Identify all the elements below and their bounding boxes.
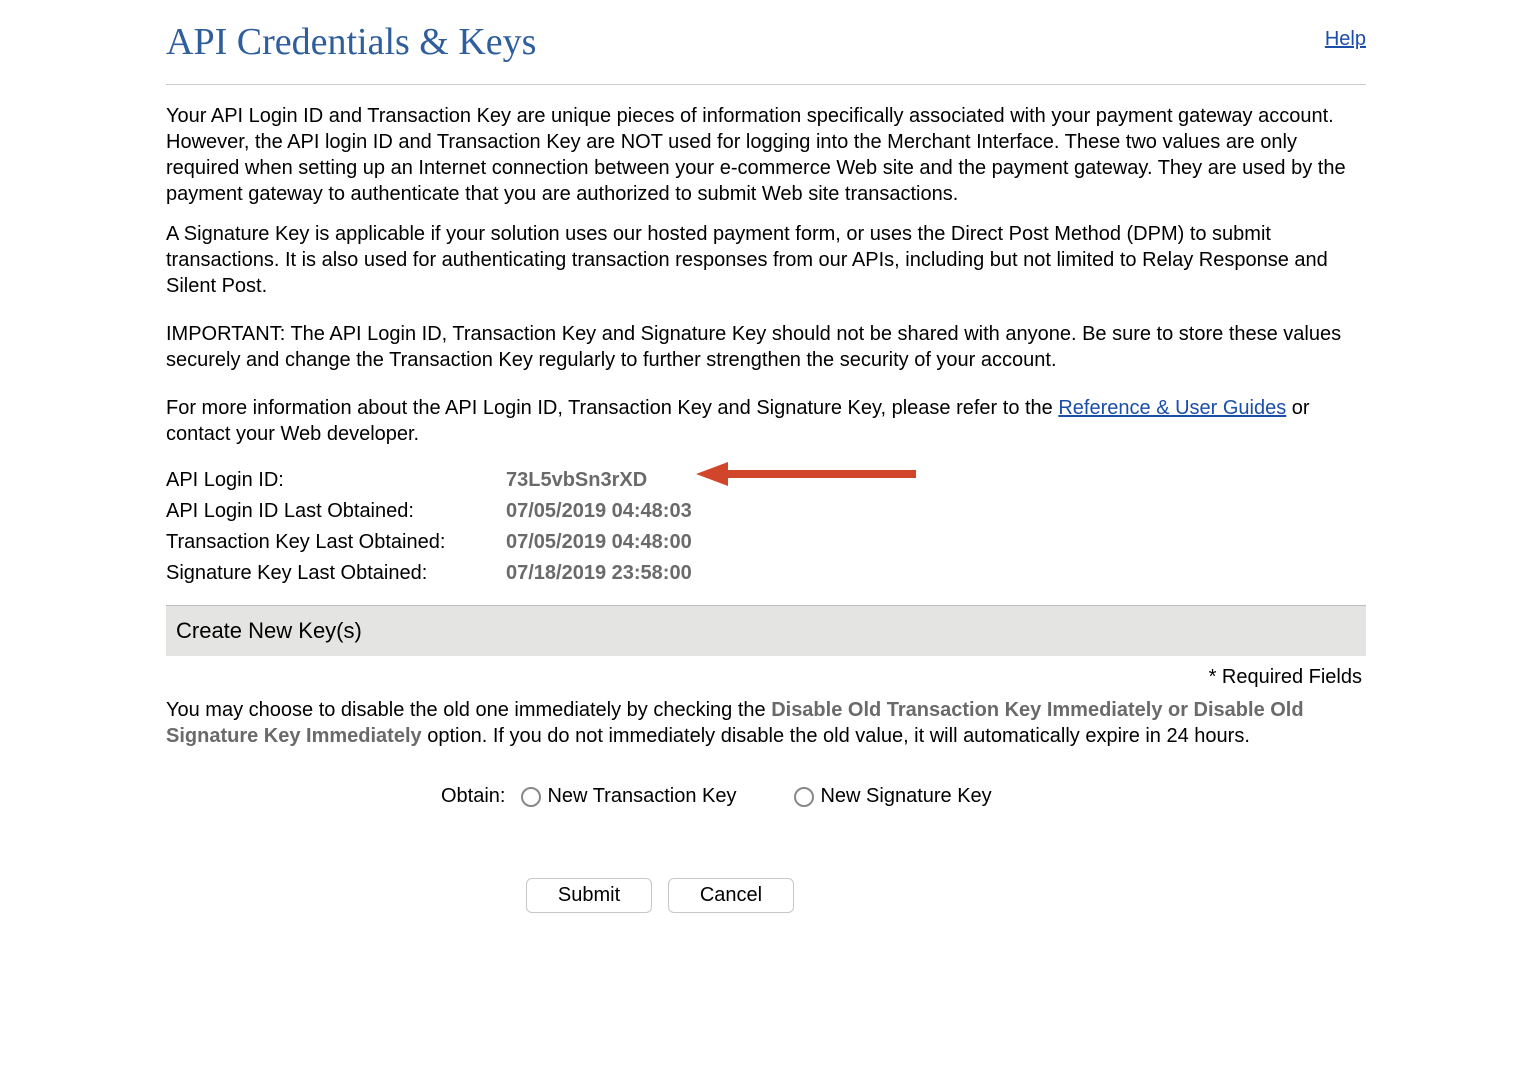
new-signature-key-radio[interactable]: New Signature Key bbox=[794, 785, 991, 808]
create-new-keys-section-header: Create New Key(s) bbox=[166, 605, 1366, 656]
signature-key-last-obtained-label: Signature Key Last Obtained: bbox=[166, 562, 506, 585]
reference-prefix: For more information about the API Login… bbox=[166, 397, 1058, 419]
reference-link[interactable]: Reference & User Guides bbox=[1058, 397, 1286, 419]
required-fields-note: * Required Fields bbox=[166, 656, 1366, 697]
transaction-key-last-obtained-value: 07/05/2019 04:48:00 bbox=[506, 531, 692, 554]
help-link[interactable]: Help bbox=[1325, 20, 1366, 51]
disable-prefix: You may choose to disable the old one im… bbox=[166, 699, 771, 721]
cancel-button[interactable]: Cancel bbox=[668, 878, 794, 913]
transaction-key-last-obtained-label: Transaction Key Last Obtained: bbox=[166, 531, 506, 554]
intro-paragraph-1: Your API Login ID and Transaction Key ar… bbox=[166, 103, 1366, 207]
disable-instruction: You may choose to disable the old one im… bbox=[166, 697, 1366, 749]
table-row: API Login ID Last Obtained: 07/05/2019 0… bbox=[166, 500, 1366, 523]
credentials-table: API Login ID: 73L5vbSn3rXD API Login ID … bbox=[166, 469, 1366, 585]
obtain-row: Obtain: New Transaction Key New Signatur… bbox=[166, 785, 1366, 808]
api-login-id-value: 73L5vbSn3rXD bbox=[506, 469, 647, 492]
important-paragraph: IMPORTANT: The API Login ID, Transaction… bbox=[166, 321, 1366, 373]
api-login-id-label: API Login ID: bbox=[166, 469, 506, 492]
submit-button[interactable]: Submit bbox=[526, 878, 652, 913]
new-transaction-key-radio[interactable]: New Transaction Key bbox=[521, 785, 736, 808]
intro-paragraph-2: A Signature Key is applicable if your so… bbox=[166, 221, 1366, 299]
page-title: API Credentials & Keys bbox=[166, 20, 536, 64]
table-row: Signature Key Last Obtained: 07/18/2019 … bbox=[166, 562, 1366, 585]
table-row: API Login ID: 73L5vbSn3rXD bbox=[166, 469, 1366, 492]
obtain-label: Obtain: bbox=[441, 785, 505, 808]
new-signature-key-label: New Signature Key bbox=[820, 785, 991, 808]
disable-suffix: option. If you do not immediately disabl… bbox=[422, 725, 1250, 747]
new-transaction-key-label: New Transaction Key bbox=[547, 785, 736, 808]
signature-key-last-obtained-value: 07/18/2019 23:58:00 bbox=[506, 562, 692, 585]
divider bbox=[166, 84, 1366, 85]
api-login-id-last-obtained-label: API Login ID Last Obtained: bbox=[166, 500, 506, 523]
radio-icon bbox=[794, 787, 814, 807]
api-login-id-last-obtained-value: 07/05/2019 04:48:03 bbox=[506, 500, 692, 523]
radio-icon bbox=[521, 787, 541, 807]
table-row: Transaction Key Last Obtained: 07/05/201… bbox=[166, 531, 1366, 554]
reference-paragraph: For more information about the API Login… bbox=[166, 395, 1366, 447]
button-row: Submit Cancel bbox=[166, 878, 1366, 913]
